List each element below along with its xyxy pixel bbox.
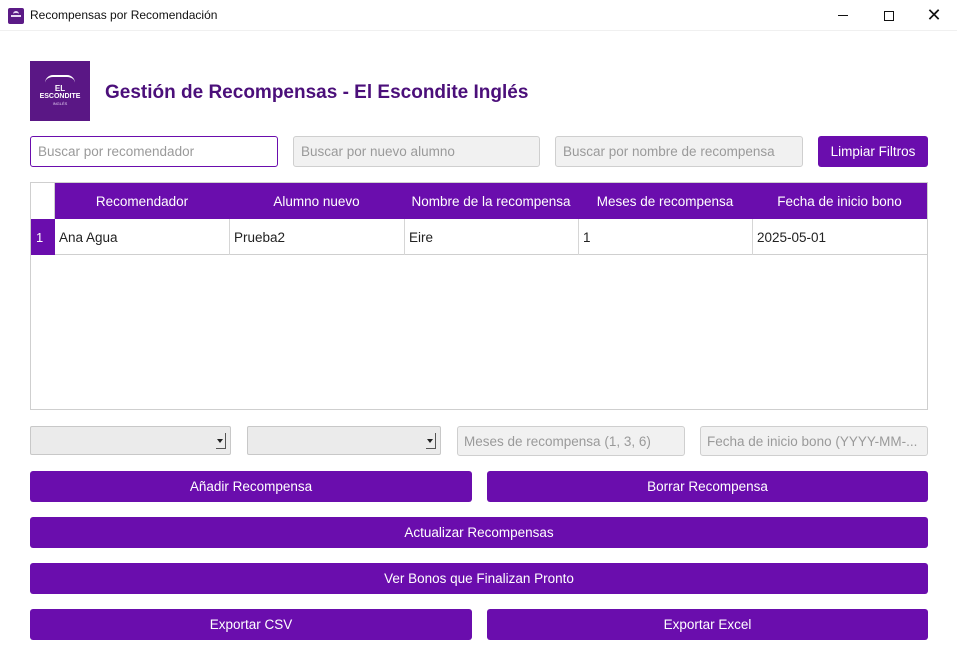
recomendador-search-input[interactable] <box>30 136 278 167</box>
logo: EL ESCONDITE INGLÉS <box>30 61 90 121</box>
recomendador-combobox[interactable] <box>30 426 231 455</box>
export-excel-button[interactable]: Exportar Excel <box>487 609 928 640</box>
cell-alumno[interactable]: Prueba2 <box>230 219 405 255</box>
recompensa-search-input[interactable] <box>555 136 803 167</box>
cell-fecha[interactable]: 2025-05-01 <box>753 219 927 255</box>
expiring-bonuses-button[interactable]: Ver Bonos que Finalizan Pronto <box>30 563 928 594</box>
delete-reward-button[interactable]: Borrar Recompensa <box>487 471 928 502</box>
chevron-down-icon[interactable] <box>216 433 226 449</box>
logo-crown-icon <box>45 75 75 83</box>
table-corner[interactable] <box>31 183 55 219</box>
column-header-alumno[interactable]: Alumno nuevo <box>229 183 404 219</box>
app-icon <box>8 8 24 24</box>
chevron-down-icon[interactable] <box>426 433 436 449</box>
close-icon: ✕ <box>926 4 942 26</box>
page-title: Gestión de Recompensas - El Escondite In… <box>105 82 529 103</box>
column-header-recompensa[interactable]: Nombre de la recompensa <box>404 183 578 219</box>
row-number[interactable]: 1 <box>31 219 55 255</box>
column-header-recomendador[interactable]: Recomendador <box>55 183 229 219</box>
column-header-fecha[interactable]: Fecha de inicio bono <box>752 183 927 219</box>
cell-recomendador[interactable]: Ana Agua <box>55 219 230 255</box>
rewards-table[interactable]: Recomendador Alumno nuevo Nombre de la r… <box>30 182 928 410</box>
logo-line-1: EL <box>54 84 66 93</box>
maximize-icon <box>884 10 894 21</box>
cell-recompensa[interactable]: Eire <box>405 219 579 255</box>
logo-line-3: INGLÉS <box>52 101 68 106</box>
export-csv-button[interactable]: Exportar CSV <box>30 609 472 640</box>
close-button[interactable]: ✕ <box>911 0 957 31</box>
add-reward-button[interactable]: Añadir Recompensa <box>30 471 472 502</box>
window-title: Recompensas por Recomendación <box>30 8 218 22</box>
meses-input[interactable] <box>457 426 685 456</box>
table-row[interactable]: 1 Ana Agua Prueba2 Eire 1 2025-05-01 <box>31 219 927 255</box>
alumno-combobox[interactable] <box>247 426 441 455</box>
column-header-meses[interactable]: Meses de recompensa <box>578 183 752 219</box>
cell-meses[interactable]: 1 <box>579 219 753 255</box>
clear-filters-button[interactable]: Limpiar Filtros <box>818 136 928 167</box>
table-header: Recomendador Alumno nuevo Nombre de la r… <box>31 183 927 219</box>
fecha-input[interactable] <box>700 426 928 456</box>
logo-line-2: ESCONDITE <box>39 93 81 100</box>
update-rewards-button[interactable]: Actualizar Recompensas <box>30 517 928 548</box>
minimize-button[interactable] <box>820 0 866 31</box>
title-bar: Recompensas por Recomendación ✕ <box>0 0 957 31</box>
minimize-icon <box>838 15 848 16</box>
maximize-button[interactable] <box>866 0 912 31</box>
alumno-search-input[interactable] <box>293 136 540 167</box>
